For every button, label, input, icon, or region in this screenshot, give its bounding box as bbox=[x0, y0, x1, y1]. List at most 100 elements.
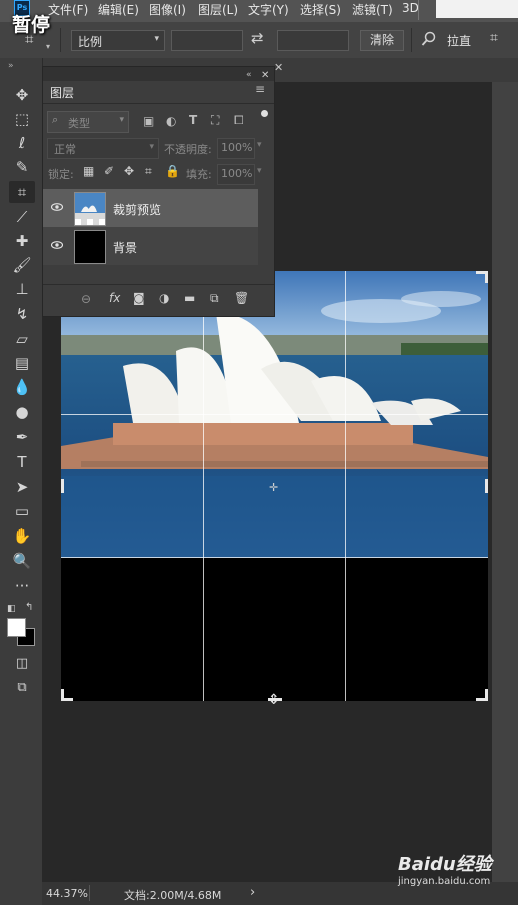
crop-handle-bottom-right[interactable] bbox=[485, 689, 488, 701]
menu-type[interactable]: 文字(Y) bbox=[248, 1, 289, 18]
crop-handle-left[interactable] bbox=[61, 479, 64, 493]
zoom-level[interactable]: 44.37% bbox=[46, 887, 88, 900]
fill-field[interactable]: 100% bbox=[217, 164, 255, 185]
screen-mode-icon[interactable]: ⧉ bbox=[9, 677, 35, 699]
history-brush-tool-icon[interactable]: ↯ bbox=[9, 303, 35, 325]
close-tab-icon[interactable]: ✕ bbox=[274, 61, 283, 74]
fill-value: 100% bbox=[221, 167, 253, 180]
healing-brush-tool-icon[interactable]: ✚ bbox=[9, 230, 35, 252]
height-field[interactable] bbox=[277, 30, 349, 51]
opacity-field[interactable]: 100% bbox=[217, 138, 255, 159]
visibility-eye-icon[interactable] bbox=[51, 239, 63, 251]
layer-thumbnail-photo bbox=[74, 192, 106, 226]
zoom-tool-icon[interactable]: 🔍 bbox=[9, 550, 35, 572]
preset-chevron-icon[interactable]: ▾ bbox=[46, 42, 50, 51]
filter-smart-object-icon[interactable]: ⧠ bbox=[234, 113, 244, 128]
menu-edit[interactable]: 编辑(E) bbox=[98, 1, 139, 18]
new-group-icon[interactable]: ▬ bbox=[184, 291, 195, 305]
blur-tool-icon[interactable]: 💧 bbox=[9, 376, 35, 398]
status-divider bbox=[89, 885, 90, 901]
filter-shape-icon[interactable]: ⛶ bbox=[211, 113, 219, 128]
lock-label: 锁定: bbox=[48, 168, 74, 181]
hand-tool-icon[interactable]: ✋ bbox=[9, 525, 35, 547]
clear-button[interactable]: 清除 bbox=[360, 30, 404, 51]
lock-all-icon[interactable]: 🔒 bbox=[165, 164, 180, 178]
menu-3d[interactable]: 3D bbox=[402, 1, 419, 15]
eraser-tool-icon[interactable]: ▱ bbox=[9, 328, 35, 350]
crop-tool-icon[interactable]: ⌗ bbox=[9, 181, 35, 203]
dodge-tool-icon[interactable]: ● bbox=[9, 401, 35, 423]
layer-name[interactable]: 裁剪预览 bbox=[113, 201, 161, 218]
brush-tool-icon[interactable]: 🖌 bbox=[9, 254, 35, 276]
foreground-color-swatch[interactable] bbox=[7, 618, 26, 637]
filter-toggle-icon[interactable] bbox=[261, 110, 268, 117]
canvas-crop-area[interactable]: ✛ bbox=[61, 271, 488, 701]
menu-image[interactable]: 图像(I) bbox=[149, 1, 186, 18]
crop-handle-top-right[interactable] bbox=[485, 271, 488, 283]
lock-image-icon[interactable]: ✐ bbox=[104, 164, 114, 178]
status-menu-arrow-icon[interactable]: › bbox=[250, 885, 255, 900]
collapse-panel-icon[interactable]: « bbox=[246, 70, 252, 80]
menu-layer[interactable]: 图层(L) bbox=[198, 1, 238, 18]
ratio-select[interactable]: 比例 ▾ bbox=[71, 30, 165, 51]
filter-kind-select[interactable]: ⌕ 类型 ▾ bbox=[47, 111, 129, 133]
baidu-watermark-url: jingyan.baidu.com bbox=[398, 876, 491, 887]
layer-row-crop-preview[interactable]: 裁剪预览 bbox=[43, 189, 258, 227]
stamp-tool-icon[interactable]: ⊥ bbox=[9, 278, 35, 300]
vertical-scrollbar[interactable] bbox=[492, 82, 518, 882]
gradient-tool-icon[interactable]: ▤ bbox=[9, 352, 35, 374]
crop-handle-right[interactable] bbox=[485, 479, 488, 493]
visibility-eye-icon[interactable] bbox=[51, 201, 63, 213]
marquee-tool-icon[interactable]: ⬚ bbox=[9, 108, 35, 130]
more-tools-icon[interactable]: ··· bbox=[9, 575, 35, 597]
filter-type-icon[interactable]: T bbox=[189, 113, 197, 127]
straighten-label[interactable]: 拉直 bbox=[447, 32, 471, 49]
layer-row-background[interactable]: 背景 bbox=[43, 227, 258, 265]
window-controls[interactable] bbox=[436, 0, 518, 18]
filter-pixel-icon[interactable]: ▣ bbox=[143, 114, 154, 128]
quick-mask-icon[interactable]: ◫ bbox=[9, 653, 35, 675]
layers-panel: « ✕ 图层 ≡ ⌕ 类型 ▾ ▣ ◐ T ⛶ ⧠ 正常 ▾ 不透明度: 100… bbox=[42, 66, 275, 317]
pen-tool-icon[interactable]: ✒ bbox=[9, 426, 35, 448]
lasso-tool-icon[interactable]: ℓ bbox=[9, 132, 35, 154]
blend-mode-select[interactable]: 正常 ▾ bbox=[47, 138, 159, 159]
swap-colors-icon[interactable]: ↰ bbox=[25, 602, 33, 613]
layer-name[interactable]: 背景 bbox=[113, 239, 137, 256]
menu-filter[interactable]: 滤镜(T) bbox=[352, 1, 393, 18]
panel-menu-icon[interactable]: ≡ bbox=[255, 82, 265, 96]
menu-file[interactable]: 文件(F) bbox=[48, 1, 88, 18]
opacity-chevron-icon[interactable]: ▾ bbox=[257, 140, 262, 150]
lock-artboard-icon[interactable]: ⌗ bbox=[145, 164, 152, 179]
crop-handle-bottom-left[interactable] bbox=[61, 689, 64, 701]
collapse-toolbar-icon[interactable]: » bbox=[8, 61, 14, 71]
options-bar: ⌗ ▾ 比例 ▾ ⇄ 清除 拉直 ⌗ bbox=[0, 22, 518, 59]
move-tool-icon[interactable]: ✥ bbox=[9, 84, 35, 106]
trash-icon[interactable]: 🗑 bbox=[234, 291, 249, 305]
new-layer-icon[interactable]: ⧉ bbox=[210, 291, 219, 306]
default-colors-icon[interactable]: ◧ bbox=[7, 604, 16, 614]
close-panel-icon[interactable]: ✕ bbox=[261, 70, 269, 81]
type-tool-icon[interactable]: T bbox=[9, 451, 35, 473]
adjustment-layer-icon[interactable]: ◑ bbox=[159, 291, 169, 305]
add-mask-icon[interactable]: ◙ bbox=[133, 291, 145, 305]
filter-adjustment-icon[interactable]: ◐ bbox=[166, 114, 176, 128]
layer-thumbnail-black bbox=[74, 230, 106, 264]
document-size: 文档:2.00M/4.68M bbox=[124, 889, 222, 902]
rectangle-tool-icon[interactable]: ▭ bbox=[9, 500, 35, 522]
link-layers-icon[interactable]: ⊖ bbox=[81, 292, 91, 306]
fill-chevron-icon[interactable]: ▾ bbox=[257, 166, 262, 176]
layers-tab[interactable]: 图层 bbox=[50, 84, 74, 101]
layers-footer: ⊖ fx ◙ ◑ ▬ ⧉ 🗑 bbox=[43, 284, 274, 315]
fx-icon[interactable]: fx bbox=[109, 291, 120, 305]
overlay-grid-icon[interactable]: ⌗ bbox=[490, 30, 498, 46]
swap-icon[interactable]: ⇄ bbox=[251, 29, 264, 47]
quick-select-tool-icon[interactable]: ✎ bbox=[9, 156, 35, 178]
lock-transparent-icon[interactable]: ▦ bbox=[83, 164, 94, 178]
straighten-icon[interactable] bbox=[421, 31, 437, 47]
lock-position-icon[interactable]: ✥ bbox=[124, 164, 134, 178]
path-select-tool-icon[interactable]: ➤ bbox=[9, 476, 35, 498]
video-pause-label: 暂停 bbox=[12, 14, 51, 36]
width-field[interactable] bbox=[171, 30, 243, 51]
menu-select[interactable]: 选择(S) bbox=[300, 1, 341, 18]
eyedropper-tool-icon[interactable]: ⟋ bbox=[9, 206, 35, 228]
